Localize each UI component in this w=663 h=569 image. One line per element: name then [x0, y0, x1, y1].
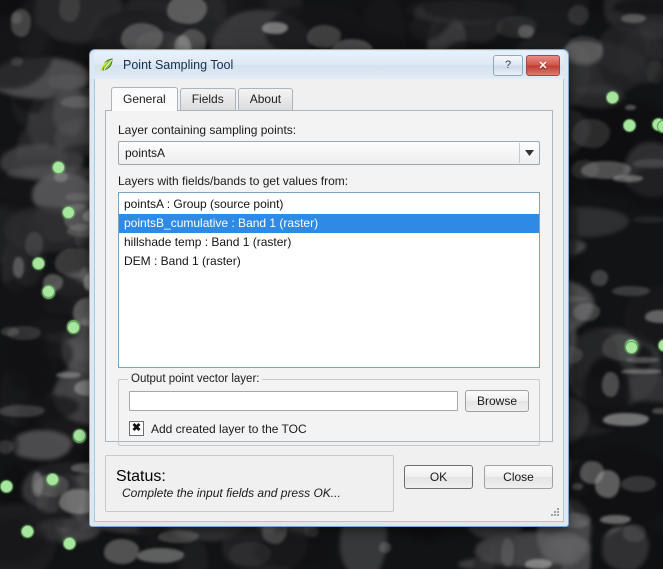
map-sample-point — [72, 428, 86, 442]
output-layer-group-title: Output point vector layer: — [128, 373, 263, 385]
dialog-footer: Status: Complete the input fields and pr… — [105, 455, 553, 512]
close-button[interactable]: Close — [484, 465, 553, 489]
ok-button[interactable]: OK — [404, 465, 473, 489]
tab-about[interactable]: About — [237, 88, 294, 110]
sampling-points-layer-combo[interactable]: pointsA — [118, 141, 540, 165]
list-item[interactable]: pointsB_cumulative : Band 1 (raster) — [119, 214, 539, 233]
dialog-titlebar[interactable]: Point Sampling Tool ? ✕ — [94, 51, 564, 79]
map-sample-point — [624, 340, 638, 354]
status-group: Status: Complete the input fields and pr… — [105, 455, 394, 512]
sampling-points-layer-value: pointsA — [125, 146, 166, 160]
layer-combo-label: Layer containing sampling points: — [118, 123, 297, 137]
layers-fields-listbox[interactable]: pointsA : Group (source point) pointsB_c… — [118, 192, 540, 368]
map-sample-point — [61, 205, 75, 219]
chevron-down-icon[interactable] — [519, 143, 539, 163]
resize-grip[interactable] — [547, 506, 560, 519]
status-group-title: Status: — [116, 468, 166, 485]
layer-list-label: Layers with fields/bands to get values f… — [118, 174, 349, 188]
map-sample-point — [66, 320, 80, 334]
map-sample-point — [622, 118, 636, 132]
tab-fields[interactable]: Fields — [179, 88, 236, 110]
dialog-title: Point Sampling Tool — [123, 58, 234, 72]
action-buttons: OK Close — [404, 455, 553, 489]
list-item[interactable]: DEM : Band 1 (raster) — [119, 252, 539, 271]
close-icon[interactable]: ✕ — [526, 54, 560, 76]
status-message: Complete the input fields and press OK..… — [122, 486, 341, 500]
map-sample-point — [20, 524, 34, 538]
map-sample-point — [62, 536, 76, 550]
window-controls: ? ✕ — [493, 54, 562, 76]
add-to-toc-label: Add created layer to the TOC — [151, 421, 307, 436]
output-layer-group: Output point vector layer: Browse ✖ Add … — [118, 373, 540, 446]
point-sampling-tool-dialog: Point Sampling Tool ? ✕ General Fields A… — [89, 49, 569, 527]
map-sample-point — [0, 479, 13, 493]
map-sample-point — [605, 90, 619, 104]
list-item[interactable]: hillshade temp : Band 1 (raster) — [119, 233, 539, 252]
tab-strip: General Fields About — [105, 87, 553, 111]
map-sample-point — [41, 284, 55, 298]
tab-general[interactable]: General — [111, 87, 178, 111]
browse-button[interactable]: Browse — [464, 390, 529, 412]
tab-panel-general: Layer containing sampling points: points… — [105, 110, 553, 446]
output-path-input[interactable] — [129, 391, 458, 411]
add-to-toc-checkbox[interactable]: ✖ — [129, 421, 144, 436]
help-button[interactable]: ? — [493, 54, 523, 76]
map-sample-point — [51, 160, 65, 174]
map-sample-point — [45, 472, 59, 486]
dialog-body: General Fields About Layer containing sa… — [94, 79, 564, 522]
map-sample-point — [31, 256, 45, 270]
map-sample-point — [656, 119, 663, 133]
qgis-plugin-leaf-icon — [100, 57, 116, 73]
output-path-row: Browse — [129, 390, 529, 412]
list-item[interactable]: pointsA : Group (source point) — [119, 195, 539, 214]
add-to-toc-row: ✖ Add created layer to the TOC — [129, 421, 529, 436]
